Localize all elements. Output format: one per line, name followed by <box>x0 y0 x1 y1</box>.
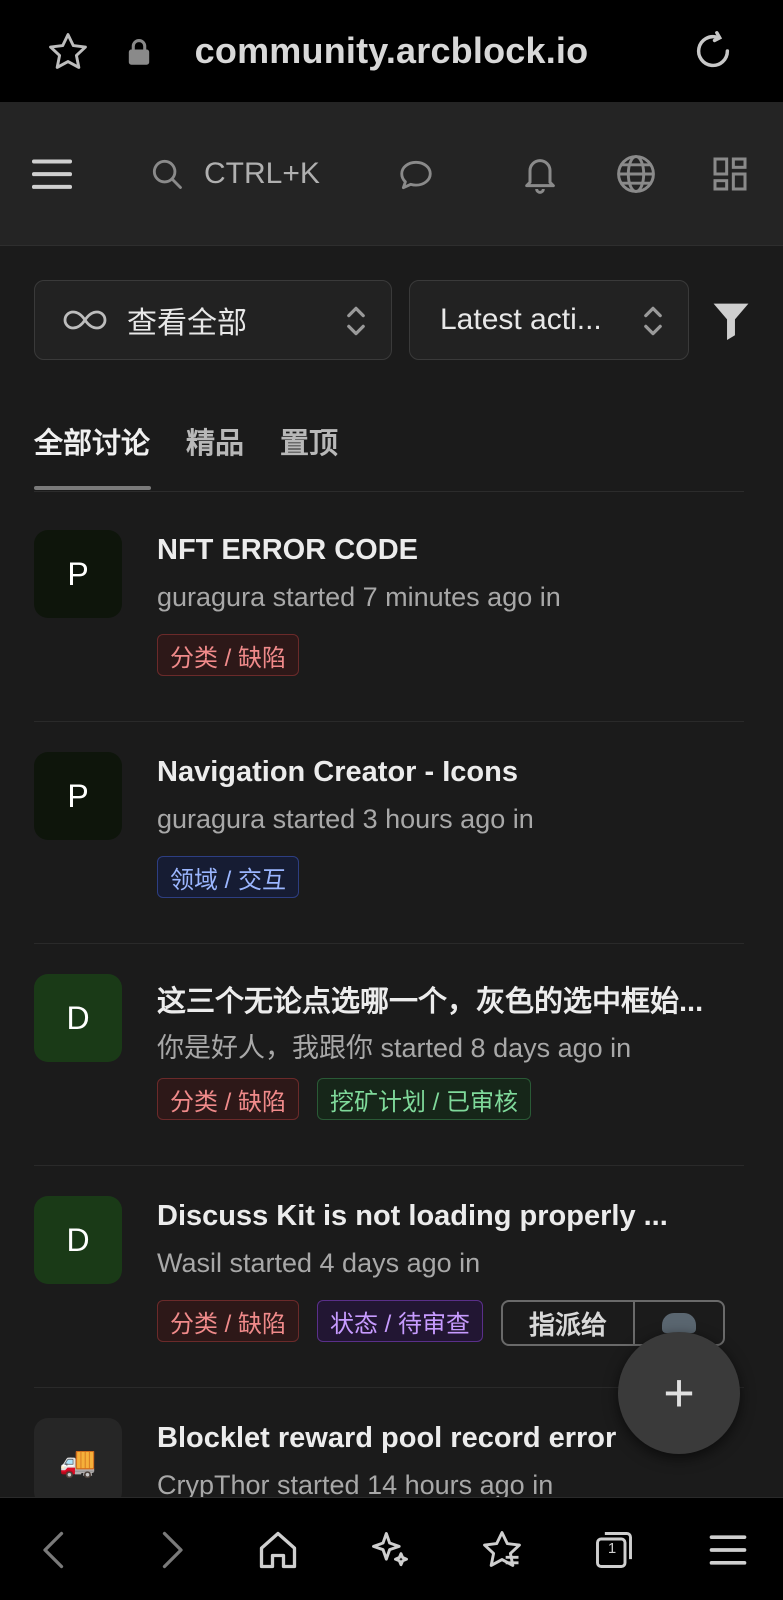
search-box[interactable]: CTRL+K <box>148 150 388 198</box>
sort-select[interactable]: Latest acti... <box>409 280 689 360</box>
hamburger-menu-icon[interactable] <box>30 154 74 194</box>
assign-to-label: 指派给 <box>503 1302 636 1344</box>
label-tag[interactable]: 分类 / 缺陷 <box>157 634 300 676</box>
avatar[interactable]: P <box>34 530 122 618</box>
discussion-title[interactable]: NFT ERROR CODE <box>157 534 712 567</box>
back-icon[interactable] <box>34 1528 78 1572</box>
globe-language-icon[interactable] <box>614 152 658 196</box>
discussion-title[interactable]: Navigation Creator - Icons <box>157 756 712 789</box>
label-tag[interactable]: 分类 / 缺陷 <box>157 1300 300 1342</box>
chat-bubble-icon[interactable] <box>396 156 436 194</box>
sparkle-icon[interactable] <box>368 1528 412 1572</box>
select-chevron-icon <box>347 306 365 336</box>
discussion-title[interactable]: Discuss Kit is not loading properly ... <box>157 1200 712 1233</box>
favorites-star-icon[interactable] <box>480 1528 524 1572</box>
list-item[interactable]: D 这三个无论点选哪一个，灰色的选中框始... 你是好人，我跟你 started… <box>34 944 744 1166</box>
label-tag[interactable]: 挖矿计划 / 已审核 <box>317 1078 532 1120</box>
infinity-icon <box>63 310 107 330</box>
tab-all-discussions[interactable]: 全部讨论 <box>34 420 150 462</box>
reload-icon[interactable] <box>690 28 736 74</box>
browser-menu-icon[interactable] <box>706 1528 750 1572</box>
apps-grid-icon[interactable] <box>710 154 750 194</box>
tabs-switcher-button[interactable]: 1 <box>592 1528 636 1572</box>
avatar[interactable]: D <box>34 974 122 1062</box>
browser-address-bar: community.arcblock.io <box>0 0 783 102</box>
avatar[interactable]: P <box>34 752 122 840</box>
category-select[interactable]: 查看全部 <box>34 280 392 360</box>
avatar[interactable]: 🚚 <box>34 1418 122 1506</box>
tab-featured[interactable]: 精品 <box>186 420 244 462</box>
category-select-label: 查看全部 <box>127 307 247 340</box>
home-icon[interactable] <box>256 1528 300 1572</box>
address-url[interactable]: community.arcblock.io <box>0 30 783 72</box>
discussion-tabs: 全部讨论 精品 置顶 <box>34 420 744 492</box>
discussion-meta: guragura started 7 minutes ago in <box>157 582 561 612</box>
forward-icon[interactable] <box>148 1528 192 1572</box>
label-tag[interactable]: 领域 / 交互 <box>157 856 300 898</box>
notification-bell-icon[interactable] <box>520 152 560 196</box>
avatar[interactable]: D <box>34 1196 122 1284</box>
filter-funnel-icon[interactable] <box>712 300 750 342</box>
list-item[interactable]: P NFT ERROR CODE guragura started 7 minu… <box>34 500 744 722</box>
sort-select-label: Latest acti... <box>440 303 602 336</box>
active-tab-indicator <box>34 486 151 490</box>
browser-bottom-bar: 1 <box>0 1497 783 1600</box>
list-item[interactable]: P Navigation Creator - Icons guragura st… <box>34 722 744 944</box>
label-tag[interactable]: 分类 / 缺陷 <box>157 1078 300 1120</box>
tab-pinned[interactable]: 置顶 <box>280 420 338 462</box>
tab-count: 1 <box>607 1540 617 1557</box>
discussion-meta: 你是好人，我跟你 started 8 days ago in <box>157 1033 632 1063</box>
app-header: CTRL+K <box>0 102 783 246</box>
select-chevron-icon <box>644 306 662 336</box>
new-discussion-button[interactable]: + <box>618 1332 740 1454</box>
search-shortcut-label: CTRL+K <box>204 157 320 190</box>
search-icon <box>152 159 182 189</box>
discussion-title[interactable]: 这三个无论点选哪一个，灰色的选中框始... <box>157 978 712 1020</box>
discussion-meta: Wasil started 4 days ago in <box>157 1248 481 1278</box>
label-tag[interactable]: 状态 / 待审查 <box>317 1300 484 1342</box>
discussion-meta: guragura started 3 hours ago in <box>157 804 534 834</box>
